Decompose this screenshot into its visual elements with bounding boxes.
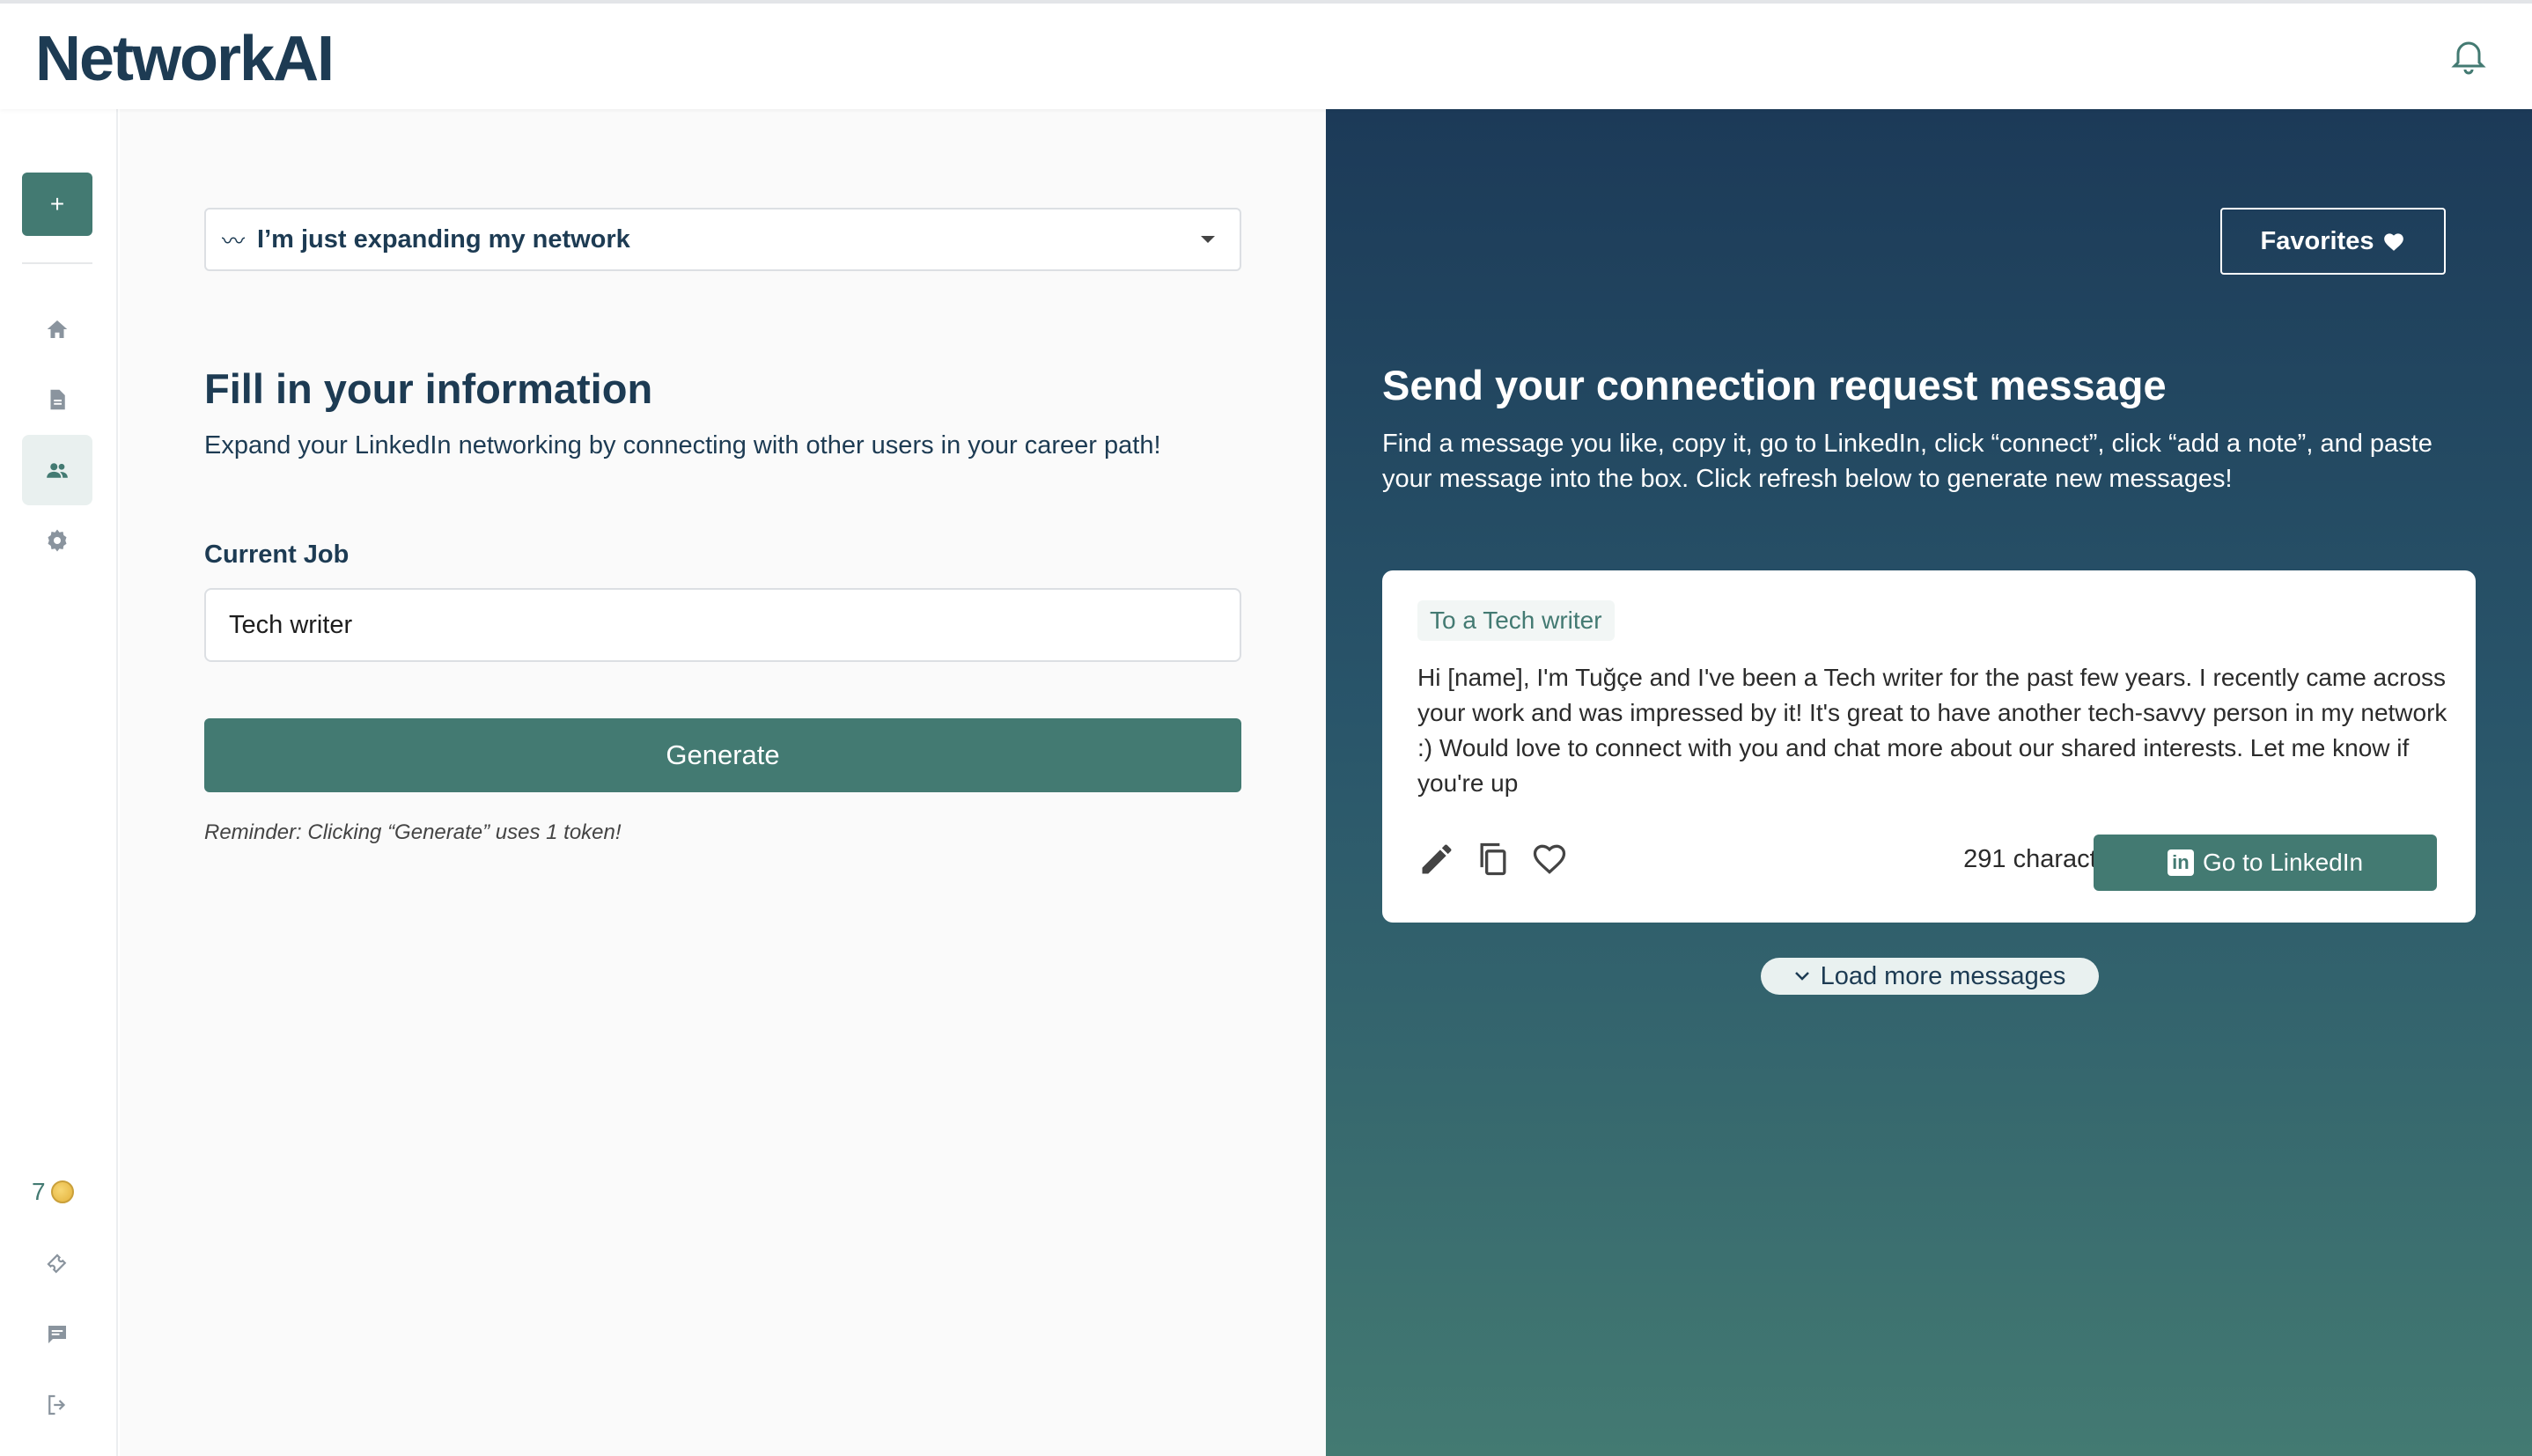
recipient-tag: To a Tech writer [1417, 600, 1615, 641]
token-count: 7 [32, 1178, 46, 1205]
coin-icon [50, 1180, 74, 1203]
chevron-down-icon [1201, 236, 1215, 243]
sidebar-item-documents[interactable] [22, 364, 92, 435]
home-icon [47, 320, 68, 338]
token-balance: 7 [32, 1178, 74, 1206]
sidebar-item-feedback[interactable] [22, 1299, 92, 1370]
results-panel: Favorites Send your connection request m… [1326, 109, 2532, 1456]
go-to-linkedin-button[interactable]: in Go to LinkedIn [2094, 835, 2437, 891]
sidebar-item-home[interactable] [22, 294, 92, 364]
form-panel: 〰 I’m just expanding my network Fill in … [120, 109, 1326, 1456]
intent-selected-value: I’m just expanding my network [257, 224, 630, 254]
favorites-button[interactable]: Favorites [2220, 208, 2446, 275]
message-body: Hi [name], I'm Tuğçe and I've been a Tec… [1417, 664, 2447, 797]
top-bar: NetworkAI [0, 0, 2532, 109]
generate-button[interactable]: Generate [204, 718, 1241, 792]
new-button[interactable]: + [22, 173, 92, 236]
results-title: Send your connection request message [1382, 362, 2167, 408]
current-job-label: Current Job [204, 540, 350, 569]
people-icon [47, 463, 68, 478]
bell-icon[interactable] [2447, 32, 2490, 79]
favorites-label: Favorites [2260, 226, 2374, 255]
sidebar-divider [22, 262, 92, 264]
sidebar: + 7 [0, 109, 118, 1456]
token-reminder: Reminder: Clicking “Generate” uses 1 tok… [204, 820, 622, 844]
chat-icon [48, 1326, 66, 1343]
ticket-icon [47, 1254, 67, 1274]
message-card: To a Tech writer Hi [name], I'm Tuğçe an… [1382, 570, 2476, 923]
load-more-button[interactable]: Load more messages [1761, 958, 2099, 995]
logout-icon [48, 1394, 66, 1416]
intent-select[interactable]: 〰 I’m just expanding my network [204, 208, 1241, 271]
document-icon [50, 389, 65, 410]
wave-icon: 〰 [222, 227, 246, 254]
heart-icon [2384, 233, 2404, 251]
edit-icon[interactable] [1417, 840, 1456, 879]
copy-icon[interactable] [1474, 840, 1513, 879]
go-to-linkedin-label: Go to LinkedIn [2202, 849, 2364, 876]
load-more-label: Load more messages [1820, 961, 2066, 990]
form-subtitle: Expand your LinkedIn networking by conne… [204, 431, 1161, 460]
sidebar-item-tickets[interactable] [22, 1229, 92, 1299]
gear-icon [48, 529, 67, 552]
current-job-input[interactable] [204, 588, 1241, 662]
form-title: Fill in your information [204, 365, 653, 412]
results-subtitle: Find a message you like, copy it, go to … [1382, 430, 2433, 493]
sidebar-item-network[interactable] [22, 435, 92, 505]
app-logo[interactable]: NetworkAI [35, 23, 335, 95]
heart-outline-icon[interactable] [1530, 840, 1569, 879]
chevron-down-icon [1794, 972, 1809, 981]
linkedin-icon: in [2167, 849, 2194, 876]
sidebar-item-logout[interactable] [22, 1370, 92, 1440]
sidebar-item-settings[interactable] [22, 505, 92, 576]
